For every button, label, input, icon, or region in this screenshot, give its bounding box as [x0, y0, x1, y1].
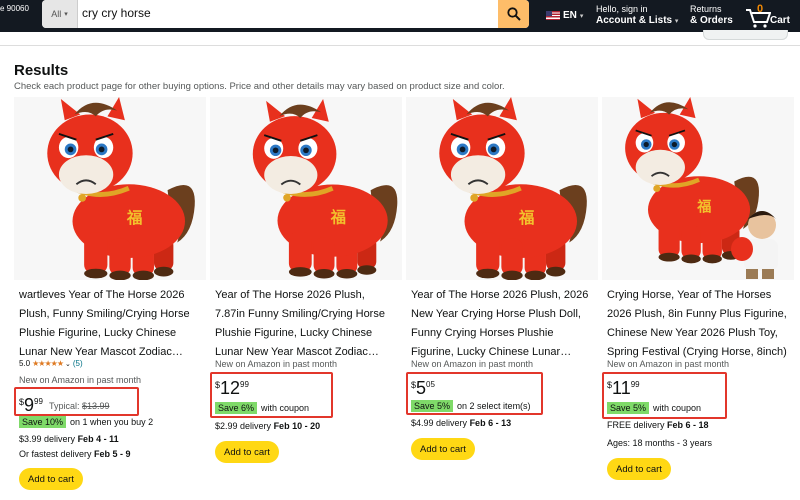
chevron-down-icon: ▾	[579, 12, 584, 20]
search-input[interactable]: cry cry horse	[82, 6, 151, 20]
orders-label: & Orders	[690, 15, 733, 26]
cart-button[interactable]: 0 Cart	[745, 2, 800, 30]
search-box: All ▾ cry cry horse	[42, 0, 529, 28]
delivery-date: Feb 6 - 18	[667, 420, 709, 430]
search-category-dropdown[interactable]: All ▾	[42, 0, 78, 28]
delivery-prefix: $3.99 delivery	[19, 434, 76, 444]
product-card: wartleves Year of The Horse 2026 Plush, …	[14, 97, 206, 497]
product-image[interactable]	[406, 97, 598, 280]
new-on-amazon-label: New on Amazon in past month	[19, 375, 142, 385]
account-greeting: Hello, sign in	[596, 4, 648, 14]
star-rating-icon: ★★★★★	[32, 359, 64, 368]
account-menu[interactable]: Hello, sign in Account & Lists ▾	[596, 4, 678, 27]
product-title[interactable]: Year of The Horse 2026 Plush, 2026 New Y…	[411, 286, 593, 362]
product-title[interactable]: Year of The Horse 2026 Plush, 7.87in Fun…	[215, 286, 397, 362]
top-nav-bar: e 90060 All ▾ cry cry horse EN ▾ Hello, …	[0, 0, 800, 32]
save-row: Save 10% on 1 when you buy 2	[19, 416, 153, 428]
product-title[interactable]: Crying Horse, Year of The Horses 2026 Pl…	[607, 286, 789, 362]
delivery-date: Feb 6 - 13	[469, 418, 512, 428]
product-title[interactable]: wartleves Year of The Horse 2026 Plush, …	[19, 286, 201, 362]
search-icon	[506, 7, 521, 21]
search-button[interactable]	[498, 0, 529, 28]
price-highlight-box	[210, 372, 333, 418]
product-card: Crying Horse, Year of The Horses 2026 Pl…	[602, 97, 794, 497]
price-highlight-box	[406, 372, 543, 415]
new-on-amazon-label: New on Amazon in past month	[411, 359, 534, 369]
product-rating[interactable]: 5.0 ★★★★★ ⌄ (5)	[19, 359, 83, 368]
product-card: Year of The Horse 2026 Plush, 7.87in Fun…	[210, 97, 402, 497]
delivery-info: $3.99 delivery Feb 4 - 11	[19, 434, 119, 444]
save-text: on 1 when you buy 2	[70, 417, 154, 427]
product-image[interactable]	[602, 97, 794, 280]
price-highlight-box	[602, 372, 727, 419]
delivery-prefix: FREE delivery	[607, 420, 665, 430]
sub-nav-bar	[0, 32, 800, 46]
delivery-location[interactable]: e 90060	[0, 4, 29, 13]
rating-count: (5)	[72, 359, 83, 368]
product-image[interactable]	[210, 97, 402, 280]
chevron-down-icon: ⌄	[64, 360, 71, 368]
product-card: Year of The Horse 2026 Plush, 2026 New Y…	[406, 97, 598, 497]
results-heading: Results	[14, 62, 69, 79]
save-badge: Save 10%	[19, 416, 67, 428]
delivery-date: Feb 4 - 11	[77, 434, 119, 444]
returns-orders-link[interactable]: Returns & Orders	[690, 4, 733, 26]
delivery-info: $4.99 delivery Feb 6 - 13	[411, 418, 511, 428]
us-flag-icon	[546, 11, 560, 20]
price-highlight-box	[14, 387, 139, 416]
delivery-info: $2.99 delivery Feb 10 - 20	[215, 421, 320, 431]
cart-count: 0	[757, 3, 764, 15]
fastest-date: Feb 5 - 9	[94, 449, 131, 459]
account-lists-label: Account & Lists	[596, 15, 673, 26]
delivery-info: FREE delivery Feb 6 - 18	[607, 420, 709, 430]
new-on-amazon-label: New on Amazon in past month	[607, 359, 730, 369]
results-subtitle: Check each product page for other buying…	[14, 81, 505, 92]
add-to-cart-button[interactable]: Add to cart	[607, 458, 671, 480]
language-selector[interactable]: EN ▾	[546, 10, 583, 21]
add-to-cart-button[interactable]: Add to cart	[19, 468, 83, 490]
product-image[interactable]	[14, 97, 206, 280]
search-category-label: All	[51, 9, 62, 19]
add-to-cart-button[interactable]: Add to cart	[411, 438, 475, 460]
fastest-delivery-info: Or fastest delivery Feb 5 - 9	[19, 449, 131, 459]
returns-label: Returns	[690, 4, 722, 14]
cart-label: Cart	[770, 15, 791, 26]
rating-value: 5.0	[19, 359, 31, 368]
fastest-prefix: Or fastest delivery	[19, 449, 92, 459]
add-to-cart-button[interactable]: Add to cart	[215, 441, 279, 463]
delivery-date: Feb 10 - 20	[273, 421, 321, 431]
chevron-down-icon: ▾	[674, 18, 679, 25]
language-label: EN	[563, 10, 577, 21]
new-on-amazon-label: New on Amazon in past month	[215, 359, 338, 369]
age-range: Ages: 18 months - 3 years	[607, 438, 713, 448]
delivery-prefix: $4.99 delivery	[411, 418, 468, 428]
sort-dropdown[interactable]	[703, 30, 788, 40]
delivery-prefix: $2.99 delivery	[215, 421, 272, 431]
chevron-down-icon: ▾	[64, 11, 68, 18]
